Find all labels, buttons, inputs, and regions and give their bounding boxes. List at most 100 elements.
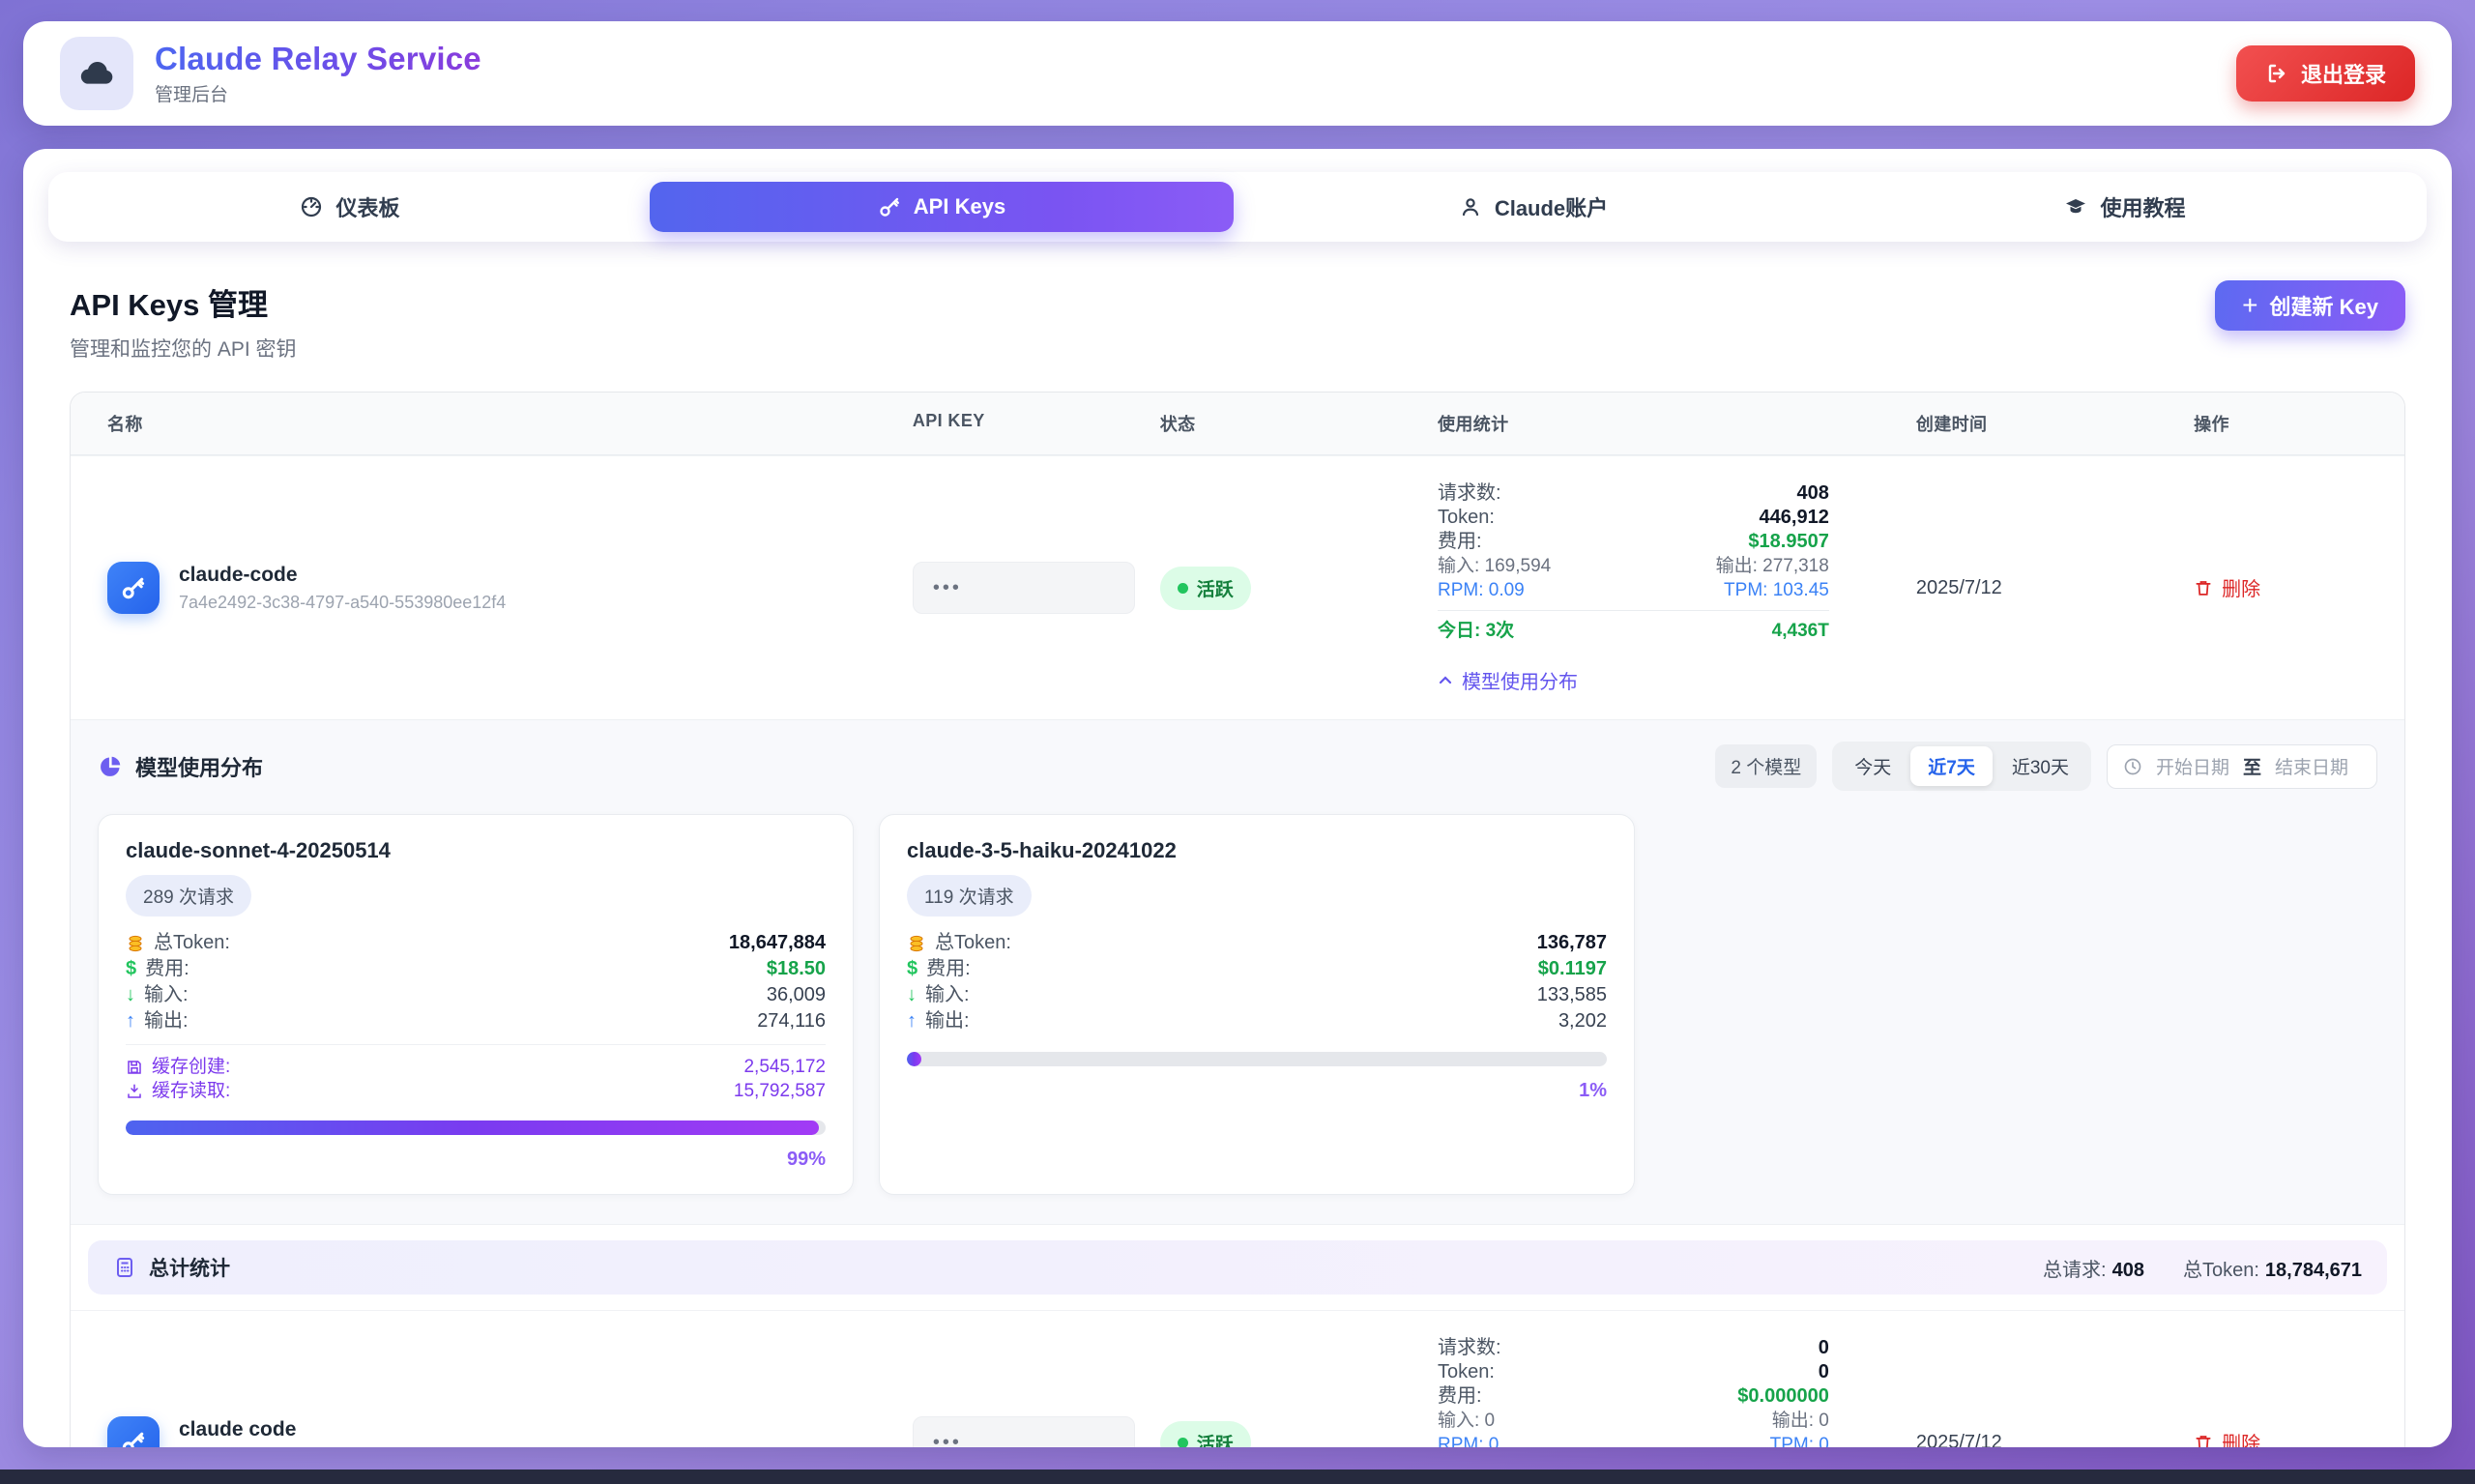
arrow-down-icon: ↓	[907, 982, 917, 1008]
created-date: 2025/7/12	[1879, 1432, 2157, 1448]
total-requests: 总请求:408	[2043, 1254, 2144, 1282]
output-value: 3,202	[1558, 1008, 1607, 1034]
clock-icon	[2123, 757, 2142, 776]
requests-value: 0	[1819, 1336, 1829, 1360]
model-requests-badge: 119 次请求	[907, 875, 1032, 917]
app-header: Claude Relay Service 管理后台 退出登录	[23, 21, 2452, 126]
usage-stats: 请求数:408 Token:446,912 费用:$18.9507 输入: 16…	[1401, 456, 1879, 719]
api-key-mask[interactable]: •••	[913, 562, 1135, 614]
tab-api-keys[interactable]: API Keys	[650, 182, 1234, 232]
today-requests: 今日: 3次	[1438, 620, 1514, 643]
create-key-label: 创建新 Key	[2270, 290, 2378, 321]
tab-claude-account[interactable]: Claude账户	[1241, 182, 1825, 232]
input-value: 输入: 0	[1438, 1409, 1495, 1433]
logout-icon	[2265, 62, 2288, 85]
cost-value: $0.000000	[1737, 1384, 1829, 1409]
output-label: 输出:	[925, 1008, 970, 1034]
status-dot	[1178, 1438, 1188, 1448]
cache-create-label: 缓存创建:	[152, 1055, 230, 1079]
tpm-value: TPM: 103.45	[1724, 578, 1829, 602]
distribution-title: 模型使用分布	[135, 751, 263, 782]
usage-progress-fill	[907, 1052, 921, 1066]
cost-value: $0.1197	[1538, 956, 1607, 982]
end-date-placeholder[interactable]: 结束日期	[2275, 753, 2348, 779]
toggle-model-distribution[interactable]: 模型使用分布	[1438, 666, 1829, 694]
page-subtitle: 管理和监控您的 API 密钥	[70, 334, 297, 363]
user-icon	[1459, 195, 1482, 218]
delete-label: 删除	[2222, 573, 2260, 601]
requests-label: 请求数:	[1438, 481, 1501, 506]
arrow-up-icon: ↑	[126, 1008, 135, 1034]
main-panel: 仪表板 API Keys Claude账户 使用教程 API Keys 管理 管…	[23, 149, 2452, 1447]
api-key-name: claude-code	[179, 564, 506, 587]
model-card-haiku: claude-3-5-haiku-20241022 119 次请求 总Token…	[879, 814, 1635, 1195]
key-avatar-icon	[107, 562, 160, 614]
usage-progress-track	[907, 1052, 1607, 1066]
logout-button[interactable]: 退出登录	[2236, 45, 2415, 102]
usage-progress-track	[126, 1120, 826, 1135]
trash-icon	[2194, 1433, 2213, 1447]
cost-label: 费用:	[1438, 1384, 1482, 1409]
graduation-cap-icon	[2064, 195, 2087, 218]
tab-label: Claude账户	[1495, 191, 1608, 222]
api-key-id: f398d8b8-7352-4a88-9a1f-6b1e0c4d8e89	[179, 1447, 501, 1448]
table-row-claude-code-2: claude code f398d8b8-7352-4a88-9a1f-6b1e…	[71, 1310, 2404, 1447]
tpm-value: TPM: 0	[1770, 1433, 1829, 1447]
requests-label: 请求数:	[1438, 1336, 1501, 1360]
output-value: 输出: 0	[1772, 1409, 1829, 1433]
tab-label: 使用教程	[2100, 191, 2185, 222]
tab-dashboard[interactable]: 仪表板	[58, 182, 642, 232]
output-value: 输出: 277,318	[1716, 554, 1829, 578]
table-row-claude-code: claude-code 7a4e2492-3c38-4797-a540-5539…	[71, 455, 2404, 719]
create-key-button[interactable]: + 创建新 Key	[2215, 280, 2405, 331]
delete-button[interactable]: 删除	[2194, 573, 2260, 601]
tokens-value: 0	[1819, 1360, 1829, 1384]
totals-title: 总计统计	[149, 1253, 230, 1282]
input-value: 133,585	[1537, 982, 1607, 1008]
cache-read-label: 缓存读取:	[152, 1079, 230, 1103]
cost-label: 费用:	[926, 956, 971, 982]
total-requests-label: 总请求:	[2043, 1260, 2107, 1281]
tokens-label: Token:	[1438, 1360, 1495, 1384]
cost-label: 费用:	[145, 956, 189, 982]
total-requests-value: 408	[2112, 1260, 2144, 1281]
model-requests-badge: 289 次请求	[126, 875, 251, 917]
input-label: 输入:	[144, 982, 189, 1008]
input-value: 输入: 169,594	[1438, 554, 1551, 578]
coins-icon	[907, 934, 926, 953]
gauge-icon	[300, 195, 323, 218]
requests-value: 408	[1796, 481, 1828, 506]
total-token-label: 总Token:	[154, 930, 230, 956]
input-value: 36,009	[767, 982, 826, 1008]
chevron-up-icon	[1438, 673, 1453, 688]
tab-tutorial[interactable]: 使用教程	[1833, 182, 2417, 232]
today-tokens: 4,436T	[1772, 620, 1829, 643]
arrow-up-icon: ↑	[907, 1008, 917, 1034]
range-7d[interactable]: 近7天	[1910, 746, 1993, 786]
dollar-icon: $	[126, 956, 136, 982]
cost-label: 费用:	[1438, 530, 1482, 554]
key-icon	[878, 195, 901, 218]
bottom-edge-strip	[0, 1469, 2475, 1484]
pie-chart-icon	[98, 754, 123, 779]
tab-label: 仪表板	[335, 191, 399, 222]
app-title: Claude Relay Service	[155, 41, 481, 77]
date-range-picker[interactable]: 开始日期 至 结束日期	[2107, 744, 2377, 789]
status-dot	[1178, 583, 1188, 594]
range-today[interactable]: 今天	[1837, 746, 1908, 786]
range-30d[interactable]: 近30天	[1995, 746, 2086, 786]
start-date-placeholder[interactable]: 开始日期	[2156, 753, 2229, 779]
app-subtitle: 管理后台	[155, 80, 481, 106]
trash-icon	[2194, 578, 2213, 597]
tab-bar: 仪表板 API Keys Claude账户 使用教程	[48, 172, 2427, 242]
created-date: 2025/7/12	[1879, 577, 2157, 599]
model-count-badge: 2 个模型	[1715, 744, 1817, 788]
delete-button[interactable]: 删除	[2194, 1428, 2260, 1447]
api-key-mask[interactable]: •••	[913, 1416, 1135, 1447]
model-name: claude-3-5-haiku-20241022	[907, 838, 1607, 863]
date-separator: 至	[2243, 753, 2261, 779]
section-header: API Keys 管理 管理和监控您的 API 密钥 + 创建新 Key	[70, 280, 2405, 363]
usage-percent: 99%	[126, 1149, 826, 1171]
coins-icon	[126, 934, 145, 953]
output-label: 输出:	[144, 1008, 189, 1034]
